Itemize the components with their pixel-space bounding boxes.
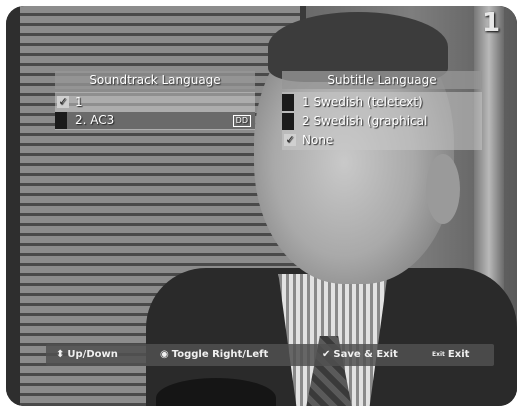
hint-toggle: ◉ Toggle Right/Left [160,344,268,366]
soundtrack-item-2[interactable]: 2. AC3 DD [55,112,255,129]
checkmark-icon: ✓ [284,133,296,146]
subtitle-panel: 1 Swedish (teletext) 2 Swedish (graphica… [282,92,482,150]
hint-exit-label: Exit [447,349,470,360]
checkmark-icon: ✔ [322,349,331,360]
subtitle-item-2[interactable]: 2 Swedish (graphical [282,113,482,130]
hint-exit: Exit Exit [432,344,469,366]
soundtrack-item-label: 1 [75,95,83,109]
soundtrack-item-label: 2. AC3 [75,113,115,127]
subtitle-item-label: 2 Swedish (graphical [302,114,428,128]
person-ear [426,154,460,224]
channel-number: 1 [482,8,501,38]
subtitle-item-3[interactable]: ✓ None [282,132,482,149]
hint-toggle-label: Toggle Right/Left [171,349,269,360]
checkmark-icon: ✓ [57,95,69,108]
hint-save-exit-label: Save & Exit [333,349,398,360]
soundtrack-item-1[interactable]: ✓ 1 [55,94,255,111]
subtitle-panel-title: Subtitle Language [282,71,482,89]
exit-key-icon: Exit [432,351,445,358]
help-bar: ⬍ Up/Down ◉ Toggle Right/Left ✔ Save & Exit… [46,344,494,366]
subtitle-item-label: None [302,133,334,147]
circle-icon: ◉ [160,349,169,360]
hint-up-down-label: Up/Down [67,349,118,360]
subtitle-item-1[interactable]: 1 Swedish (teletext) [282,94,482,111]
dolby-digital-badge: DD [232,115,251,127]
soundtrack-panel-title: Soundtrack Language [55,71,255,89]
soundtrack-panel: ✓ 1 2. AC3 DD [55,92,255,130]
up-down-arrows-icon: ⬍ [56,349,65,360]
hint-save-exit: ✔ Save & Exit [322,344,398,366]
subtitle-item-label: 1 Swedish (teletext) [302,95,423,109]
hint-up-down: ⬍ Up/Down [56,344,118,366]
